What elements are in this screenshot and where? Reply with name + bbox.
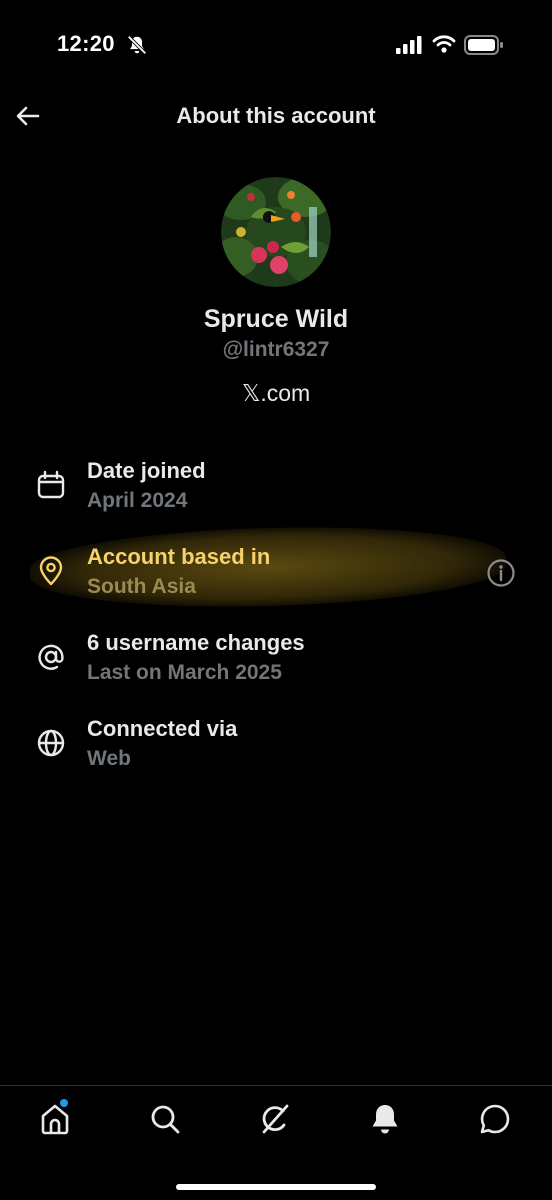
signal-icon xyxy=(396,36,422,54)
info-icon[interactable] xyxy=(486,558,516,588)
detail-label: 6 username changes xyxy=(87,630,305,655)
tab-search[interactable] xyxy=(147,1101,183,1137)
grok-icon xyxy=(262,1104,289,1134)
detail-row-username-changes: 6 username changes Last on March 2025 xyxy=(0,630,552,700)
search-icon xyxy=(151,1105,180,1134)
profile-handle: @lintr6327 xyxy=(222,338,330,361)
profile-name: Spruce Wild xyxy=(203,305,349,333)
detail-value: South Asia xyxy=(87,575,196,598)
detail-row-connected-via: Connected via Web xyxy=(0,716,552,786)
calendar-icon xyxy=(37,470,65,499)
detail-value: Web xyxy=(87,747,131,770)
detail-row-account-based-in: Account based in South Asia xyxy=(0,544,552,614)
page-title: About this account xyxy=(176,103,376,128)
tab-notifications[interactable] xyxy=(367,1101,403,1137)
globe-icon xyxy=(37,729,65,757)
messages-icon xyxy=(480,1104,510,1134)
tab-home[interactable] xyxy=(37,1101,73,1137)
detail-label: Connected via xyxy=(87,716,238,741)
profile-site: 𝕏.com xyxy=(241,380,311,406)
detail-value: Last on March 2025 xyxy=(87,661,282,684)
at-sign-icon xyxy=(38,644,64,670)
avatar[interactable] xyxy=(221,177,331,287)
detail-label: Date joined xyxy=(87,458,206,483)
wifi-icon xyxy=(432,35,456,53)
notifications-icon xyxy=(372,1105,398,1134)
home-icon xyxy=(41,1104,69,1135)
status-bar: 12:20 xyxy=(0,0,552,90)
tab-grok[interactable] xyxy=(257,1101,293,1137)
tab-messages[interactable] xyxy=(477,1101,513,1137)
home-badge-dot xyxy=(60,1099,68,1107)
battery-icon xyxy=(464,35,503,55)
status-time: 12:20 xyxy=(57,31,115,56)
location-pin-icon xyxy=(39,556,63,586)
detail-value: April 2024 xyxy=(87,489,188,512)
home-indicator xyxy=(176,1184,376,1190)
detail-label: Account based in xyxy=(87,544,271,569)
bottom-tab-bar xyxy=(0,1085,552,1200)
bell-off-icon xyxy=(127,35,147,55)
detail-row-date-joined: Date joined April 2024 xyxy=(0,458,552,528)
